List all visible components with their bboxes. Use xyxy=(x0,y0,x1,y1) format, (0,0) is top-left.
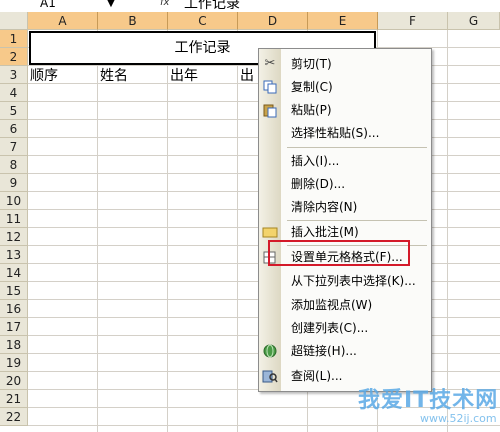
row-header-7[interactable]: 7 xyxy=(0,138,28,156)
row-header-17[interactable]: 17 xyxy=(0,318,28,336)
menu-separator xyxy=(287,147,427,148)
watermark: 我爱IT技术网 www.52ij.com xyxy=(336,382,499,428)
comment-icon xyxy=(262,224,278,240)
menu-item-cut[interactable]: ✂ 剪切(T) xyxy=(259,53,431,75)
row-header-22[interactable]: 22 xyxy=(0,408,28,426)
row-header-21[interactable]: 21 xyxy=(0,390,28,408)
context-menu: ✂ 剪切(T) 复制(C) 粘贴(P) 选择性粘贴(S)... 插入(I)...… xyxy=(258,48,432,392)
column-header-g[interactable]: G xyxy=(448,12,500,30)
paste-icon xyxy=(262,102,278,118)
column-header-a[interactable]: A xyxy=(28,12,98,30)
menu-item-insert[interactable]: 插入(I)... xyxy=(259,150,431,172)
cell-a3[interactable]: 顺序 xyxy=(30,67,58,85)
menu-item-paste[interactable]: 粘贴(P) xyxy=(259,99,431,121)
row-header-2[interactable]: 2 xyxy=(0,48,28,66)
row-header-15[interactable]: 15 xyxy=(0,282,28,300)
scissors-icon: ✂ xyxy=(264,56,276,71)
row-header-3[interactable]: 3 xyxy=(0,66,28,84)
research-icon xyxy=(262,368,278,384)
row-header-12[interactable]: 12 xyxy=(0,228,28,246)
name-box-dropdown-icon[interactable]: ▼ xyxy=(104,0,118,12)
fx-icon[interactable]: fx xyxy=(160,0,169,8)
menu-item-pick-from-list[interactable]: 从下拉列表中选择(K)... xyxy=(259,270,431,292)
row-header-10[interactable]: 10 xyxy=(0,192,28,210)
menu-item-add-watch[interactable]: 添加监视点(W) xyxy=(259,294,431,316)
column-header-d[interactable]: D xyxy=(238,12,308,30)
cell-d3[interactable]: 出 xyxy=(240,67,254,85)
copy-icon xyxy=(262,79,278,95)
row-header-11[interactable]: 11 xyxy=(0,210,28,228)
row-header-19[interactable]: 19 xyxy=(0,354,28,372)
row-header-9[interactable]: 9 xyxy=(0,174,28,192)
column-header-c[interactable]: C xyxy=(168,12,238,30)
row-header-13[interactable]: 13 xyxy=(0,246,28,264)
column-header-e[interactable]: E xyxy=(308,12,378,30)
row-header-14[interactable]: 14 xyxy=(0,264,28,282)
cell-c3[interactable]: 出年 xyxy=(170,67,198,85)
menu-item-create-list[interactable]: 创建列表(C)... xyxy=(259,317,431,339)
menu-item-copy[interactable]: 复制(C) xyxy=(259,76,431,98)
menu-item-clear-contents[interactable]: 清除内容(N) xyxy=(259,196,431,218)
row-header-16[interactable]: 16 xyxy=(0,300,28,318)
row-header-20[interactable]: 20 xyxy=(0,372,28,390)
row-header-8[interactable]: 8 xyxy=(0,156,28,174)
hyperlink-icon xyxy=(262,343,278,359)
column-header-f[interactable]: F xyxy=(378,12,448,30)
row-header-1[interactable]: 1 xyxy=(0,30,28,48)
watermark-url: www.52ij.com xyxy=(420,412,497,425)
select-all-corner[interactable] xyxy=(0,12,28,30)
row-header-18[interactable]: 18 xyxy=(0,336,28,354)
column-header-b[interactable]: B xyxy=(98,12,168,30)
format-cells-highlight-box xyxy=(268,240,410,266)
menu-item-paste-special[interactable]: 选择性粘贴(S)... xyxy=(259,122,431,144)
name-box[interactable]: A1 xyxy=(0,0,100,12)
watermark-text: 我爱IT技术网 xyxy=(358,388,499,413)
row-header-4[interactable]: 4 xyxy=(0,84,28,102)
row-header-6[interactable]: 6 xyxy=(0,120,28,138)
menu-item-hyperlink[interactable]: 超链接(H)... xyxy=(259,340,431,362)
row-header-5[interactable]: 5 xyxy=(0,102,28,120)
cell-b3[interactable]: 姓名 xyxy=(100,67,128,85)
menu-item-delete[interactable]: 删除(D)... xyxy=(259,173,431,195)
